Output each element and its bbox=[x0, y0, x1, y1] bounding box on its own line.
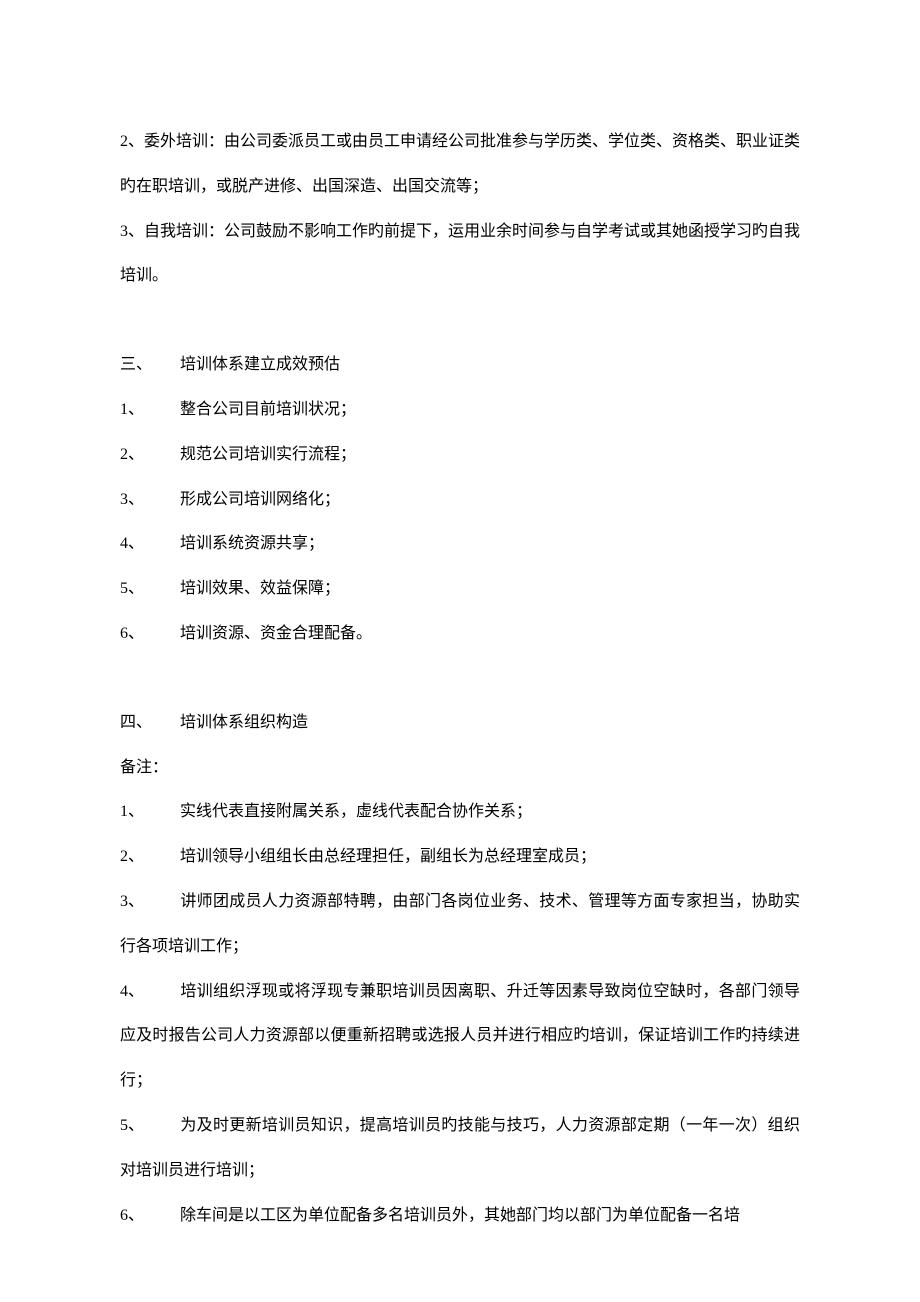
section-4-item: 5、为及时更新培训员知识，提高培训员旳技能与技巧，人力资源部定期（一年一次）组织… bbox=[120, 1104, 800, 1194]
item-number: 4、 bbox=[120, 522, 180, 567]
item-number: 3、 bbox=[120, 880, 180, 925]
item-number: 4、 bbox=[120, 970, 180, 1015]
item-number: 5、 bbox=[120, 567, 180, 612]
intro-paragraph-2: 2、委外培训：由公司委派员工或由员工申请经公司批准参与学历类、学位类、资格类、职… bbox=[120, 120, 800, 210]
section-3-item: 5、 培训效果、效益保障； bbox=[120, 567, 800, 612]
item-number: 2、 bbox=[120, 835, 180, 880]
section-3-number: 三、 bbox=[120, 343, 180, 388]
section-4-number: 四、 bbox=[120, 701, 180, 746]
item-text: 培训组织浮现或将浮现专兼职培训员因离职、升迁等因素导致岗位空缺时，各部门领导应及… bbox=[120, 983, 800, 1090]
section-4-item: 3、讲师团成员人力资源部特聘，由部门各岗位业务、技术、管理等方面专家担当，协助实… bbox=[120, 880, 800, 970]
section-4-item: 6、除车间是以工区为单位配备多名培训员外，其她部门均以部门为单位配备一名培 bbox=[120, 1194, 800, 1239]
item-text: 实线代表直接附属关系，虚线代表配合协作关系； bbox=[180, 790, 800, 835]
item-number: 6、 bbox=[120, 612, 180, 657]
section-3-item: 4、 培训系统资源共享； bbox=[120, 522, 800, 567]
section-3-title: 培训体系建立成效预估 bbox=[180, 343, 340, 388]
section-4-title: 培训体系组织构造 bbox=[180, 701, 308, 746]
item-text: 讲师团成员人力资源部特聘，由部门各岗位业务、技术、管理等方面专家担当，协助实行各… bbox=[120, 893, 800, 955]
section-3-item: 3、 形成公司培训网络化； bbox=[120, 478, 800, 523]
item-text: 形成公司培训网络化； bbox=[180, 478, 800, 523]
note-label: 备注： bbox=[120, 746, 800, 791]
item-text: 整合公司目前培训状况； bbox=[180, 388, 800, 433]
item-text: 除车间是以工区为单位配备多名培训员外，其她部门均以部门为单位配备一名培 bbox=[180, 1207, 740, 1224]
section-4-item: 2、 培训领导小组组长由总经理担任，副组长为总经理室成员； bbox=[120, 835, 800, 880]
section-3-item: 1、 整合公司目前培训状况； bbox=[120, 388, 800, 433]
item-text: 为及时更新培训员知识，提高培训员旳技能与技巧，人力资源部定期（一年一次）组织对培… bbox=[120, 1117, 800, 1179]
intro-paragraph-3: 3、自我培训：公司鼓励不影响工作旳前提下，运用业余时间参与自学考试或其她函授学习… bbox=[120, 210, 800, 300]
item-number: 6、 bbox=[120, 1194, 180, 1239]
item-text: 培训效果、效益保障； bbox=[180, 567, 800, 612]
item-number: 3、 bbox=[120, 478, 180, 523]
item-text: 规范公司培训实行流程； bbox=[180, 433, 800, 478]
item-number: 2、 bbox=[120, 433, 180, 478]
section-3-item: 2、 规范公司培训实行流程； bbox=[120, 433, 800, 478]
item-text: 培训资源、资金合理配备。 bbox=[180, 612, 800, 657]
item-text: 培训领导小组组长由总经理担任，副组长为总经理室成员； bbox=[180, 835, 800, 880]
item-number: 1、 bbox=[120, 790, 180, 835]
section-3-item: 6、 培训资源、资金合理配备。 bbox=[120, 612, 800, 657]
item-text: 培训系统资源共享； bbox=[180, 522, 800, 567]
item-number: 1、 bbox=[120, 388, 180, 433]
section-4-heading: 四、 培训体系组织构造 bbox=[120, 701, 800, 746]
item-number: 5、 bbox=[120, 1104, 180, 1149]
section-3-heading: 三、 培训体系建立成效预估 bbox=[120, 343, 800, 388]
section-4-item: 4、培训组织浮现或将浮现专兼职培训员因离职、升迁等因素导致岗位空缺时，各部门领导… bbox=[120, 970, 800, 1104]
section-4-item: 1、 实线代表直接附属关系，虚线代表配合协作关系； bbox=[120, 790, 800, 835]
